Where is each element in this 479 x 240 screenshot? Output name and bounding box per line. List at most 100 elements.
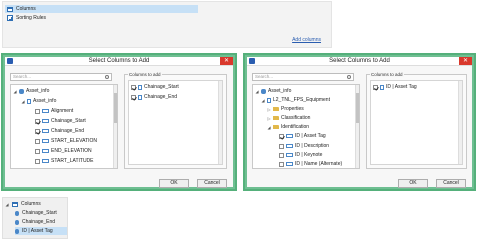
scrollbar[interactable] <box>113 85 117 168</box>
tree-node-identification[interactable]: ◢ Identification <box>267 123 309 131</box>
table-icon <box>7 6 13 12</box>
tree-node-properties[interactable]: ▷ Properties <box>267 105 304 113</box>
tree-node-label: Asset_info <box>26 88 50 94</box>
collapse-icon[interactable]: ◢ <box>267 125 271 130</box>
scrollbar-thumb[interactable] <box>114 93 117 123</box>
tree-node-start-latitude[interactable]: START_LATITUDE <box>35 157 94 165</box>
tree-node-alignment[interactable]: Alignment <box>35 107 73 115</box>
tree-item-sorting-rules[interactable]: Sorting Rules <box>5 14 198 22</box>
search-placeholder: Search... <box>255 74 274 79</box>
tree-node-id-description[interactable]: ID | Description <box>279 142 329 150</box>
checkbox-checked[interactable] <box>279 133 284 139</box>
tree-node-end-elevation[interactable]: END_ELEVATION <box>35 147 92 155</box>
tree-node-classification[interactable]: ▷ Classification <box>267 114 310 122</box>
tree-node-chainage-end[interactable]: Chainage_End <box>15 218 67 226</box>
checkbox[interactable] <box>35 138 40 144</box>
checkbox[interactable] <box>35 108 40 114</box>
field-icon <box>286 144 293 148</box>
tree-node-label: ID | Name (Alternate) <box>295 161 343 167</box>
tree-node-columns[interactable]: ◢ Columns <box>5 200 41 208</box>
tree-node-chainage-start[interactable]: Chainage_Start <box>35 117 86 125</box>
tree-node-label: Classification <box>281 115 311 121</box>
collapse-icon[interactable]: ◢ <box>21 99 25 104</box>
collapse-icon[interactable]: ◢ <box>13 89 17 94</box>
columns-to-add-list: ID | Asset Tag <box>370 80 463 165</box>
search-icon <box>347 75 351 79</box>
checkbox-checked[interactable] <box>373 84 378 90</box>
list-item[interactable]: Chainage_Start <box>131 83 179 91</box>
columns-to-add-label: Columns to add <box>370 72 404 77</box>
tree-node-label: Properties <box>281 106 304 112</box>
checkbox[interactable] <box>279 161 284 167</box>
collapse-icon[interactable]: ◢ <box>5 202 9 207</box>
list-item[interactable]: Chainage_End <box>131 93 177 101</box>
ok-button[interactable]: OK <box>159 179 189 188</box>
list-item-label: ID | Asset Tag <box>386 84 417 90</box>
collapse-icon[interactable]: ◢ <box>261 98 265 103</box>
folder-icon <box>273 125 279 129</box>
checkbox-checked[interactable] <box>131 94 136 100</box>
tree-node-label: START_LATITUDE <box>51 158 94 164</box>
search-input[interactable]: Search... <box>10 73 112 81</box>
columns-tree-panel: ◢ Columns Chainage_Start Chainage_End ID… <box>2 197 68 239</box>
search-input[interactable]: Search... <box>252 73 354 81</box>
tree-node-id-keynote[interactable]: ID | Keynote <box>279 151 322 159</box>
scrollbar[interactable] <box>218 81 222 164</box>
dialog-titlebar: Select Columns to Add ✕ <box>247 57 472 66</box>
scrollbar-thumb[interactable] <box>356 93 359 123</box>
tree-node-label: ID | Keynote <box>295 152 323 158</box>
field-icon <box>42 139 49 143</box>
tree-item-label: Sorting Rules <box>16 15 47 21</box>
checkbox[interactable] <box>279 152 284 158</box>
tree-node-label: ID | Asset Tag <box>295 133 326 139</box>
expand-icon[interactable]: ▷ <box>267 116 271 121</box>
collapse-icon[interactable]: ◢ <box>255 89 259 94</box>
add-columns-link[interactable]: Add columns <box>292 37 321 43</box>
tree-node-equipment-table[interactable]: ◢ L2_TNL_FPS_Equipment <box>261 96 330 104</box>
tree-node-label: Identification <box>281 124 310 130</box>
dialog-title: Select Columns to Add <box>88 58 150 64</box>
tree-node-id-asset-tag[interactable]: ID | Asset Tag <box>279 132 326 140</box>
close-button[interactable]: ✕ <box>220 57 233 65</box>
list-item-label: Chainage_Start <box>144 84 179 90</box>
tree-node-chainage-end[interactable]: Chainage_End <box>35 127 84 135</box>
ok-button[interactable]: OK <box>398 179 428 188</box>
sort-icon <box>7 15 13 21</box>
cancel-button[interactable]: Cancel <box>197 179 227 188</box>
checkbox[interactable] <box>35 158 40 164</box>
tree-node-chainage-start[interactable]: Chainage_Start <box>15 209 67 217</box>
cancel-button[interactable]: Cancel <box>436 179 466 188</box>
tree-node-asset-info-db[interactable]: ◢ Asset_info <box>255 87 291 95</box>
checkbox[interactable] <box>35 148 40 154</box>
tree-node-id-asset-tag[interactable]: ID | Asset Tag <box>15 227 67 235</box>
tree-node-asset-info-table[interactable]: ◢ Asset_info <box>21 97 56 105</box>
tree-node-id-name-alternate[interactable]: ID | Name (Alternate) <box>279 160 342 168</box>
dialog-title: Select Columns to Add <box>329 58 390 64</box>
checkbox-checked[interactable] <box>35 118 40 124</box>
table-icon <box>12 201 18 207</box>
tree-node-start-elevation[interactable]: START_ELEVATION <box>35 137 97 145</box>
tree-item-label: Columns <box>16 6 36 12</box>
tree-node-label: Columns <box>21 201 41 207</box>
search-placeholder: Search... <box>13 74 32 79</box>
field-icon <box>42 149 49 153</box>
scrollbar[interactable] <box>355 85 359 168</box>
tree-item-columns[interactable]: Columns <box>5 5 198 13</box>
field-icon <box>286 134 293 138</box>
checkbox-checked[interactable] <box>35 128 40 134</box>
expand-icon[interactable]: ▷ <box>267 107 271 112</box>
columns-to-add-label: Columns to add <box>128 72 162 77</box>
checkbox-checked[interactable] <box>131 84 136 90</box>
checkbox[interactable] <box>279 143 284 149</box>
close-button[interactable]: ✕ <box>459 57 472 65</box>
column-icon <box>15 228 19 234</box>
database-icon <box>261 88 266 94</box>
app-icon <box>7 58 13 64</box>
column-icon <box>15 219 19 225</box>
list-item[interactable]: ID | Asset Tag <box>373 83 417 91</box>
tree-node-label: END_ELEVATION <box>51 148 92 154</box>
tree-node-label: ID | Description <box>295 143 330 149</box>
scrollbar[interactable] <box>458 81 462 164</box>
tree-node-asset-info-db[interactable]: ◢ Asset_info <box>13 87 49 95</box>
source-tree: ◢ Asset_info ◢ Asset_info Alignment Chai… <box>10 84 118 169</box>
